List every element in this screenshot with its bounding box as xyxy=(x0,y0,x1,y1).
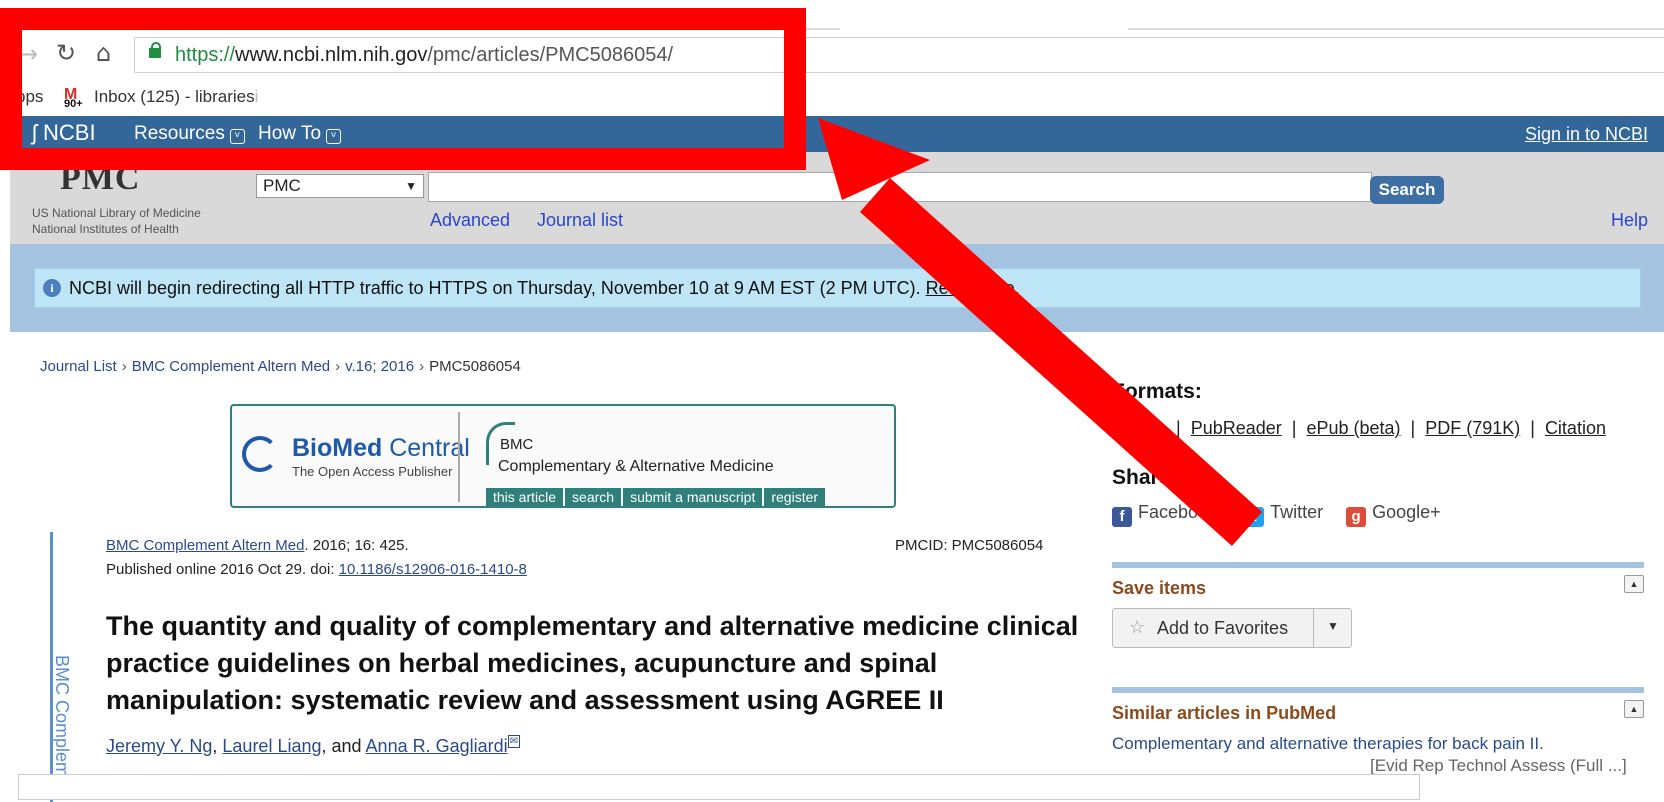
formats-links: Article | PubReader | ePub (beta) | PDF (791K)… xyxy=(1116,418,1606,438)
formats-heading: Formats: xyxy=(1112,380,1202,403)
breadcrumb-journal[interactable]: BMC Complement Altern Med xyxy=(132,358,330,375)
format-epub[interactable]: ePub (beta) xyxy=(1306,418,1400,438)
portlet-divider xyxy=(1112,562,1644,568)
published-line: Published online 2016 Oct 29. doi: 10.11… xyxy=(106,561,527,578)
breadcrumb: Journal List › BMC Complement Altern Med › v… xyxy=(40,358,521,375)
author-list: Jeremy Y. Ng, Laurel Liang, and Anna R. … xyxy=(106,735,521,756)
database-select[interactable]: PMC ▼ xyxy=(256,174,424,198)
breadcrumb-journal-list[interactable]: Journal List xyxy=(40,358,117,375)
breadcrumb-volume[interactable]: v.16; 2016 xyxy=(345,358,414,375)
breadcrumb-current: PMC5086054 xyxy=(429,358,521,375)
similar-article-link[interactable]: Complementary and alternative therapies … xyxy=(1112,734,1544,754)
article-title: The quantity and quality of complementar… xyxy=(106,611,1079,715)
share-twitter[interactable]: t Twitter xyxy=(1244,502,1323,527)
caret-down-icon[interactable]: ▼ xyxy=(1327,619,1339,633)
journal-tabs: this article search submit a manuscript reg… xyxy=(486,488,827,507)
author-link[interactable]: Jeremy Y. Ng xyxy=(106,736,212,756)
facebook-icon: f xyxy=(1112,507,1132,527)
journal-name: Complementary & Alternative Medicine xyxy=(498,458,774,475)
similar-articles-heading: Similar articles in PubMed xyxy=(1112,703,1337,723)
format-pubreader[interactable]: PubReader xyxy=(1191,418,1282,438)
format-article[interactable]: Article xyxy=(1116,418,1166,438)
share-links: f Facebook t Twitter g Google+ xyxy=(1112,502,1441,527)
share-heading: Share xyxy=(1112,466,1171,489)
journal-link[interactable]: BMC Complement Altern Med xyxy=(106,537,304,554)
twitter-icon: t xyxy=(1244,507,1265,527)
add-to-favorites-button[interactable]: ☆ Add to Favorites ▼ xyxy=(1112,608,1352,648)
journal-sidebar-label[interactable]: BMC Complem xyxy=(51,655,72,777)
https-notice-banner: i NCBI will begin redirecting all HTTP t… xyxy=(34,268,1641,308)
save-items-heading: Save items xyxy=(1112,578,1207,598)
banner-text: NCBI will begin redirecting all HTTP tra… xyxy=(69,278,921,298)
sign-in-link[interactable]: Sign in to NCBI xyxy=(1525,124,1648,145)
info-icon: i xyxy=(43,279,61,297)
star-icon: ☆ xyxy=(1129,617,1146,637)
journal-tab-this-article[interactable]: this article xyxy=(486,488,564,507)
notice-area: i NCBI will begin redirecting all HTTP t… xyxy=(10,244,1664,332)
annotation-highlight-box xyxy=(0,8,806,170)
format-citation[interactable]: Citation xyxy=(1545,418,1606,438)
email-icon[interactable]: ✉ xyxy=(507,735,521,748)
collapse-save-icon[interactable]: ▲ xyxy=(1624,575,1644,593)
journal-tab-search[interactable]: search xyxy=(565,488,622,507)
search-input[interactable] xyxy=(428,172,1372,202)
portlet-divider xyxy=(1112,687,1644,693)
journal-banner[interactable]: BioMed Central The Open Access Publisher… xyxy=(230,404,896,508)
help-link[interactable]: Help xyxy=(1611,210,1648,231)
journal-tab-register[interactable]: register xyxy=(764,488,826,507)
share-facebook[interactable]: f Facebook xyxy=(1112,502,1217,527)
tab-divider xyxy=(1128,28,1664,30)
journal-tab-submit[interactable]: submit a manuscript xyxy=(623,488,763,507)
dropdown-arrow-icon: ▼ xyxy=(405,179,417,193)
nih-label: National Institutes of Health xyxy=(32,222,179,236)
author-link[interactable]: Anna R. Gagliardi xyxy=(366,736,508,756)
advanced-link[interactable]: Advanced xyxy=(430,210,510,231)
status-bar xyxy=(18,774,1420,800)
google-plus-icon: g xyxy=(1346,507,1367,527)
format-pdf[interactable]: PDF (791K) xyxy=(1425,418,1520,438)
author-link[interactable]: Laurel Liang xyxy=(222,736,321,756)
pmcid-label: PMCID: PMC5086054 xyxy=(895,537,1044,554)
collapse-similar-icon[interactable]: ▲ xyxy=(1624,700,1644,718)
doi-link[interactable]: 10.1186/s12906-016-1410-8 xyxy=(339,561,527,578)
read-more-link[interactable]: Read more. xyxy=(926,278,1020,298)
banner-divider xyxy=(458,412,460,502)
journal-list-link[interactable]: Journal list xyxy=(537,210,623,231)
journal-bmc-label: BMC xyxy=(500,436,534,453)
search-button[interactable]: Search xyxy=(1370,176,1444,204)
bmc-ring-icon xyxy=(242,436,278,472)
nlm-label: US National Library of Medicine xyxy=(32,206,201,220)
share-google[interactable]: g Google+ xyxy=(1346,502,1441,527)
citation-line: BMC Complement Altern Med. 2016; 16: 425… xyxy=(106,537,409,554)
similar-article-source: [Evid Rep Technol Assess (Full ...] xyxy=(1370,756,1627,775)
